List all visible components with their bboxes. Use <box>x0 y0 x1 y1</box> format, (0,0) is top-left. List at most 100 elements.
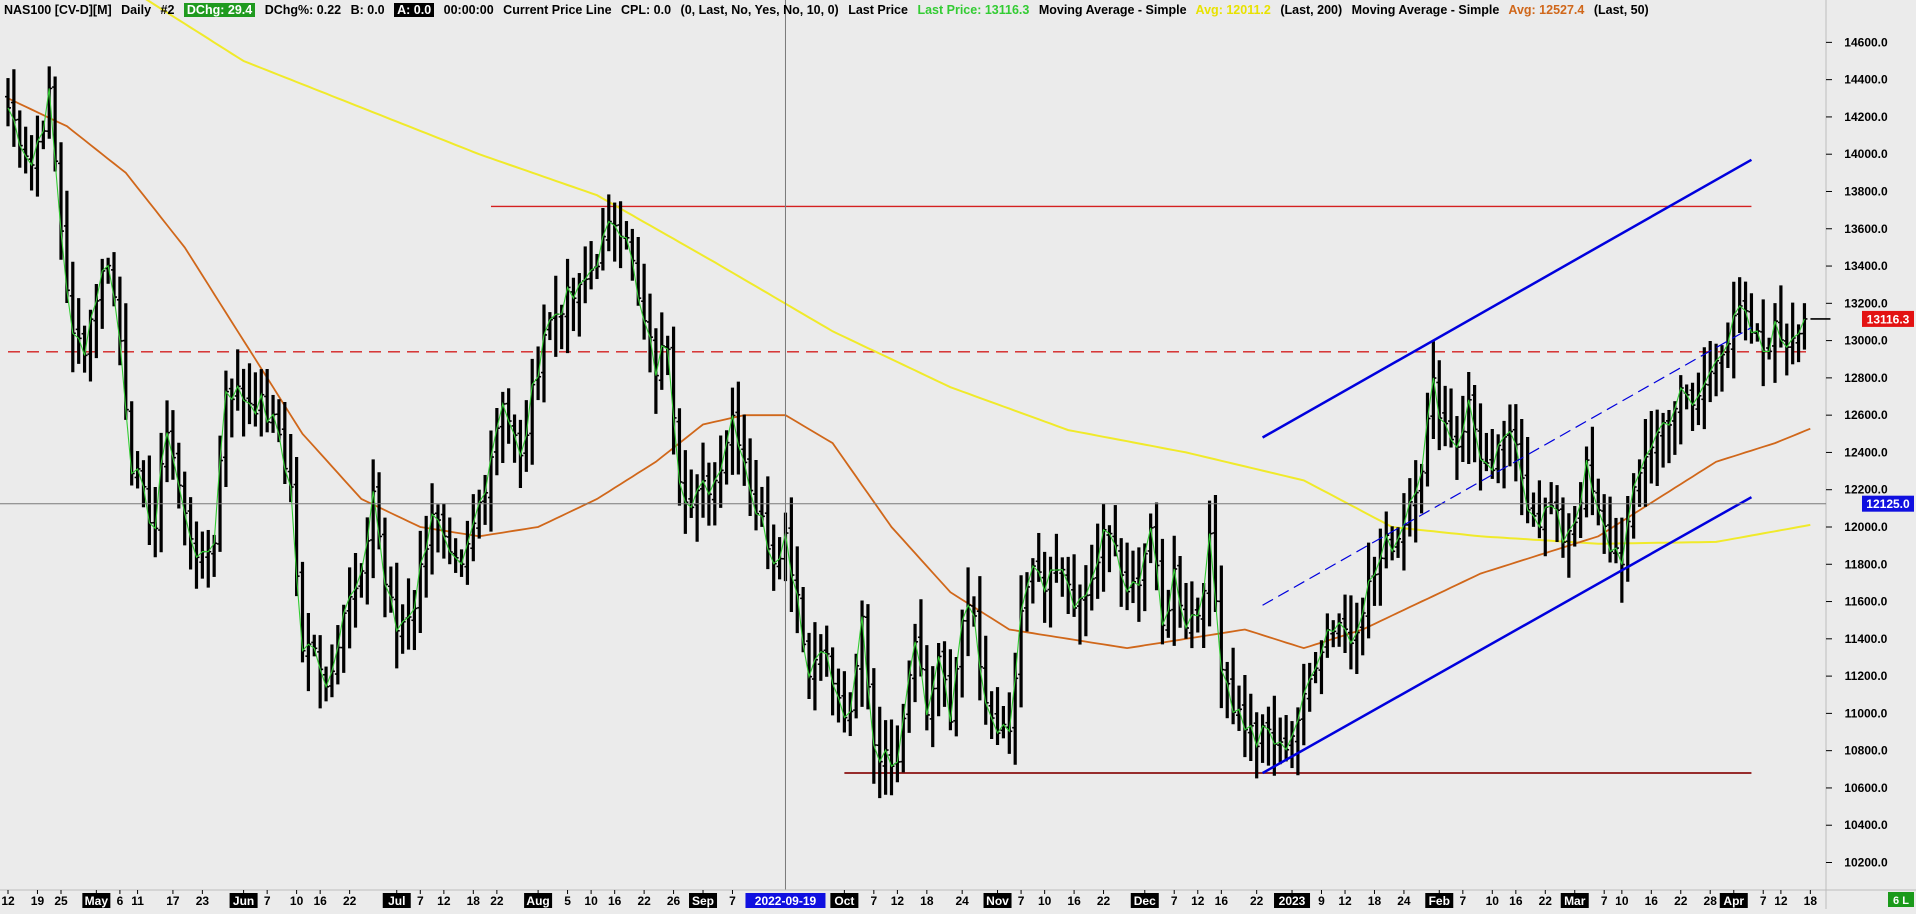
crosshair-date-label: 2022-09-19 <box>755 894 817 908</box>
study2-name[interactable]: Last Price <box>848 3 908 17</box>
bid-label: B: 0.0 <box>350 3 385 17</box>
x-tick-label: 7 <box>1018 894 1025 908</box>
daily-change-pct: DChg%: 0.22 <box>264 3 342 17</box>
y-tick-label: 14200.0 <box>1844 110 1888 124</box>
x-tick-label: 17 <box>166 894 180 908</box>
y-tick-label: 13000.0 <box>1844 334 1888 348</box>
x-tick-label: 12 <box>1338 894 1352 908</box>
x-tick-label: Mar <box>1564 894 1586 908</box>
x-tick-label: Dec <box>1134 894 1156 908</box>
y-tick-label: 11600.0 <box>1845 595 1888 609</box>
y-tick-label: 14000.0 <box>1844 147 1888 161</box>
x-tick-label: Feb <box>1429 894 1450 908</box>
price-chart[interactable]: 10200.0 10400.0 10600.0 10800.0 11000.0 11200… <box>0 0 1916 909</box>
x-tick-label: 7 <box>1760 894 1767 908</box>
x-tick-label: 16 <box>1645 894 1659 908</box>
x-tick-label: 10 <box>584 894 598 908</box>
y-tick-label: 12400.0 <box>1844 445 1888 459</box>
y-tick-label: 13400.0 <box>1844 259 1888 273</box>
crosshair-price-label: 12125.0 <box>1866 497 1910 511</box>
y-tick-label: 11200.0 <box>1845 669 1888 683</box>
study4-name[interactable]: Moving Average - Simple <box>1352 3 1500 17</box>
x-tick-label: 22 <box>1674 894 1688 908</box>
timeframe-label: Daily <box>121 3 152 17</box>
x-tick-label: 22 <box>343 894 357 908</box>
x-tick-label: 24 <box>1397 894 1411 908</box>
corner-tag-label: 6 L <box>1893 895 1909 907</box>
x-tick-label: 5 <box>564 894 571 908</box>
y-tick-label: 12200.0 <box>1844 483 1888 497</box>
daily-change-badge: DChg: 29.4 <box>183 3 256 17</box>
x-tick-label: 18 <box>920 894 934 908</box>
x-tick-label: 7 <box>1171 894 1178 908</box>
y-tick-label: 13800.0 <box>1844 184 1888 198</box>
x-tick-label: 16 <box>1509 894 1523 908</box>
x-tick-label: 12 <box>1 894 15 908</box>
x-tick-label: 6 <box>117 894 124 908</box>
x-tick-label: 9 <box>1318 894 1325 908</box>
x-tick-label: 7 <box>417 894 424 908</box>
study1-params: (0, Last, No, Yes, No, 10, 0) <box>680 3 839 17</box>
x-tick-label: 22 <box>1097 894 1111 908</box>
y-tick-label: 10200.0 <box>1844 855 1888 869</box>
x-tick-label: 12 <box>437 894 451 908</box>
x-tick-label: 12 <box>1774 894 1788 908</box>
y-tick-label: 14600.0 <box>1844 35 1888 49</box>
chart-root[interactable]: 10200.0 10400.0 10600.0 10800.0 11000.0 11200… <box>0 0 1916 909</box>
study1-value: CPL: 0.0 <box>621 3 672 17</box>
x-tick-label: 7 <box>1459 894 1466 908</box>
symbol-label[interactable]: NAS100 [CV-D][M] <box>4 3 112 17</box>
x-tick-label: 16 <box>608 894 622 908</box>
y-tick-label: 10600.0 <box>1844 781 1888 795</box>
x-tick-label: 10 <box>1486 894 1500 908</box>
last-price-label: 13116.3 <box>1867 312 1910 326</box>
x-tick-label: 16 <box>313 894 327 908</box>
ask-badge: A: 0.0 <box>394 3 435 17</box>
x-tick-label: 19 <box>31 894 45 908</box>
x-tick-label: 22 <box>1250 894 1264 908</box>
x-tick-label: 10 <box>290 894 304 908</box>
x-tick-label: 16 <box>1067 894 1081 908</box>
x-tick-label: 18 <box>1368 894 1382 908</box>
x-tick-label: 26 <box>667 894 681 908</box>
x-tick-label: 28 <box>1704 894 1718 908</box>
x-tick-label: 16 <box>1215 894 1229 908</box>
x-tick-label: 7 <box>1601 894 1608 908</box>
y-tick-label: 11400.0 <box>1845 632 1888 646</box>
y-tick-label: 11800.0 <box>1845 557 1888 571</box>
x-tick-label: 7 <box>870 894 877 908</box>
x-tick-label: Apr <box>1723 894 1744 908</box>
x-tick-label: 7 <box>264 894 271 908</box>
study1-name[interactable]: Current Price Line <box>503 3 611 17</box>
x-tick-label: Jun <box>233 894 254 908</box>
y-tick-label: 13200.0 <box>1844 296 1888 310</box>
y-tick-label: 13600.0 <box>1844 222 1888 236</box>
x-tick-label: 10 <box>1615 894 1629 908</box>
x-tick-label: 23 <box>196 894 210 908</box>
y-tick-label: 12800.0 <box>1844 371 1888 385</box>
x-tick-label: 12 <box>1191 894 1205 908</box>
y-tick-label: 10800.0 <box>1844 744 1888 758</box>
y-tick-label: 12600.0 <box>1844 408 1888 422</box>
x-tick-label: Oct <box>834 894 854 908</box>
x-tick-label: 22 <box>637 894 651 908</box>
y-tick-label: 10400.0 <box>1844 818 1888 832</box>
study3-params: (Last, 200) <box>1280 3 1343 17</box>
x-tick-label: 2023 <box>1279 894 1306 908</box>
x-tick-label: 10 <box>1038 894 1052 908</box>
x-tick-label: 18 <box>1804 894 1818 908</box>
y-tick-label: 14400.0 <box>1844 73 1888 87</box>
x-tick-label: Jul <box>388 894 405 908</box>
x-tick-label: 11 <box>131 894 144 908</box>
x-tick-label: Aug <box>526 894 549 908</box>
study3-name[interactable]: Moving Average - Simple <box>1039 3 1187 17</box>
x-tick-label: Sep <box>692 894 714 908</box>
study4-params: (Last, 50) <box>1593 3 1649 17</box>
study2-value: Last Price: 13116.3 <box>917 3 1030 17</box>
x-tick-label: May <box>85 894 109 908</box>
study-header: NAS100 [CV-D][M] Daily #2 DChg: 29.4 DCh… <box>0 0 1655 20</box>
x-tick-label: 12 <box>891 894 905 908</box>
y-tick-label: 12000.0 <box>1844 520 1888 534</box>
x-tick-label: 22 <box>490 894 504 908</box>
x-tick-label: 7 <box>729 894 736 908</box>
